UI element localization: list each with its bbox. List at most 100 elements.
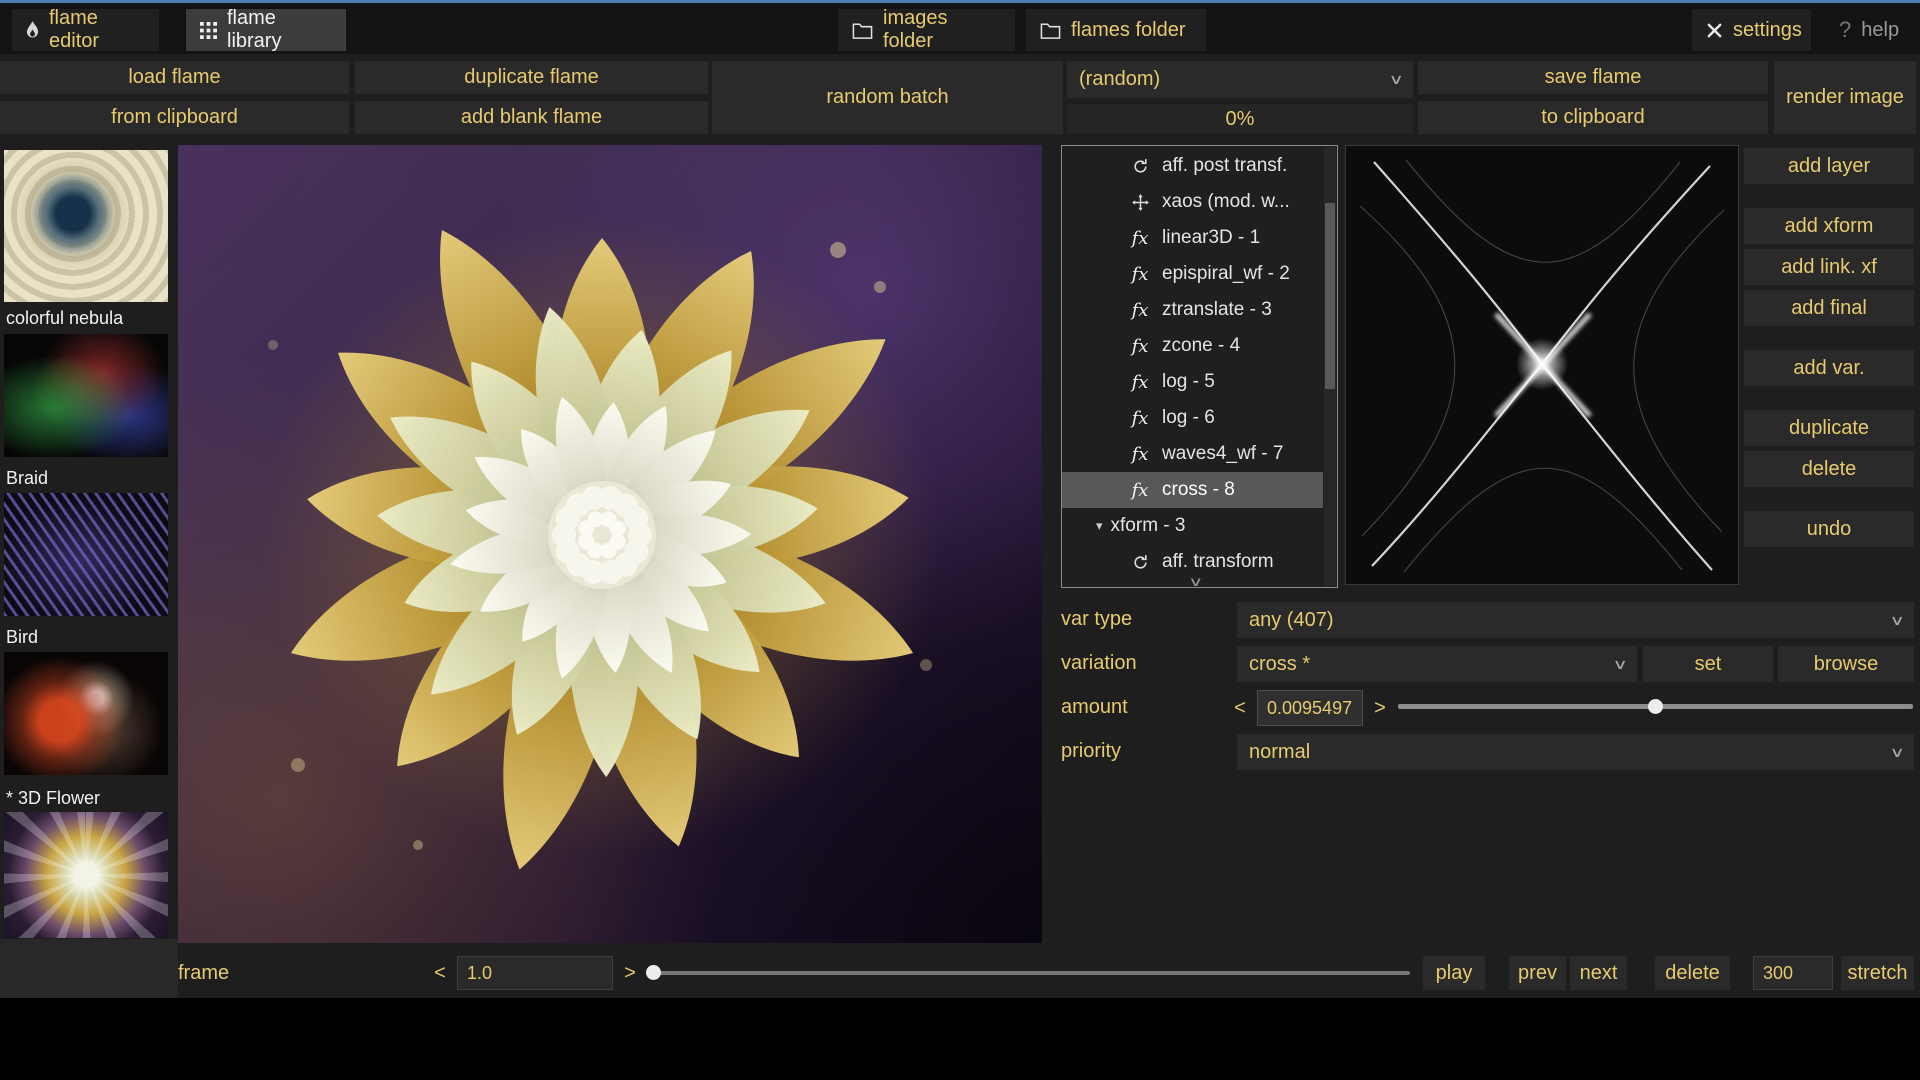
tree-item-linear3d[interactable]: fx linear3D - 1 xyxy=(1062,220,1323,256)
random-batch-progress: 0% xyxy=(1067,104,1413,134)
priority-select[interactable]: normal ∨ xyxy=(1237,734,1914,770)
end-frame-input[interactable]: 300 xyxy=(1753,956,1833,990)
fx-icon: fx xyxy=(1130,444,1150,465)
flame-library-window: flame editor flame library images folder… xyxy=(0,0,1920,1080)
settings-button[interactable]: settings xyxy=(1692,9,1811,51)
tree-item-ztranslate[interactable]: fx ztranslate - 3 xyxy=(1062,292,1323,328)
tree-item-log-6[interactable]: fx log - 6 xyxy=(1062,400,1323,436)
amount-value: 0.0095497 xyxy=(1267,698,1352,719)
tree-item-xform-3[interactable]: ▾ xform - 3 xyxy=(1062,508,1323,544)
library-thumbnail-bird[interactable] xyxy=(4,652,168,775)
stretch-button[interactable]: stretch xyxy=(1841,956,1914,990)
tree-scrollbar-thumb[interactable] xyxy=(1325,203,1335,389)
set-label: set xyxy=(1695,653,1722,676)
duplicate-xform-button[interactable]: duplicate xyxy=(1744,410,1914,446)
variation-preview-panel xyxy=(1345,145,1739,585)
frame-slider-thumb[interactable] xyxy=(646,965,661,980)
fx-icon: fx xyxy=(1130,372,1150,393)
frame-input[interactable]: 1.0 xyxy=(457,956,613,990)
duplicate-flame-label: duplicate flame xyxy=(464,66,599,89)
flower-fractal-render xyxy=(178,145,1042,943)
chevron-down-icon: ∨ xyxy=(1889,612,1904,629)
fx-icon: fx xyxy=(1130,480,1150,501)
add-layer-button[interactable]: add layer xyxy=(1744,148,1914,184)
tree-item-label: epispiral_wf - 2 xyxy=(1162,263,1290,285)
tree-item-zcone[interactable]: fx zcone - 4 xyxy=(1062,328,1323,364)
chevron-down-icon: ∨ xyxy=(1612,656,1627,673)
tree-item-epispiral-wf[interactable]: fx epispiral_wf - 2 xyxy=(1062,256,1323,292)
post-transform-icon xyxy=(1130,158,1150,175)
amount-increment-button[interactable]: > xyxy=(1368,690,1392,726)
frame-slider-track[interactable] xyxy=(648,971,1410,975)
add-linked-xform-button[interactable]: add link. xf xyxy=(1744,249,1914,285)
amount-input[interactable]: 0.0095497 xyxy=(1257,690,1363,726)
variation-select[interactable]: cross * ∨ xyxy=(1237,646,1637,682)
chevron-down-icon: ∨ xyxy=(1388,71,1403,88)
load-flame-button[interactable]: load flame xyxy=(0,61,349,94)
flame-editor-tab[interactable]: flame editor xyxy=(12,9,159,51)
frame-decrement-button[interactable]: < xyxy=(428,956,452,990)
fx-icon: fx xyxy=(1130,228,1150,249)
library-thumbnail-gnarl[interactable] xyxy=(4,150,168,302)
var-type-select[interactable]: any (407) ∨ xyxy=(1237,602,1914,638)
play-label: play xyxy=(1436,962,1473,985)
amount-slider-thumb[interactable] xyxy=(1648,699,1663,714)
add-xform-button[interactable]: add xform xyxy=(1744,208,1914,244)
prev-frame-button[interactable]: prev xyxy=(1509,956,1566,990)
next-label: next xyxy=(1580,962,1618,985)
duplicate-flame-button[interactable]: duplicate flame xyxy=(355,61,708,94)
flame-library-label: flame library xyxy=(227,7,332,53)
flame-library-tab[interactable]: flame library xyxy=(186,9,346,51)
save-flame-button[interactable]: save flame xyxy=(1418,61,1768,94)
tree-item-xaos[interactable]: xaos (mod. w... xyxy=(1062,184,1323,220)
grid-icon xyxy=(200,22,217,39)
undo-button[interactable]: undo xyxy=(1744,511,1914,547)
add-variation-button[interactable]: add var. xyxy=(1744,350,1914,386)
library-thumbnail-colorful-nebula[interactable] xyxy=(4,334,168,457)
library-thumbnail-3d-flower[interactable] xyxy=(4,812,168,938)
tree-scrollbar[interactable] xyxy=(1324,147,1336,586)
next-frame-button[interactable]: next xyxy=(1570,956,1627,990)
render-image-label: render image xyxy=(1786,86,1904,109)
add-final-button[interactable]: add final xyxy=(1744,290,1914,326)
browse-variations-button[interactable]: browse xyxy=(1778,646,1914,682)
delete-frame-button[interactable]: delete xyxy=(1655,956,1730,990)
add-blank-flame-button[interactable]: add blank flame xyxy=(355,101,708,134)
tree-item-waves4-wf[interactable]: fx waves4_wf - 7 xyxy=(1062,436,1323,472)
fx-icon: fx xyxy=(1130,408,1150,429)
help-label: help xyxy=(1861,19,1899,42)
tree-item-label: linear3D - 1 xyxy=(1162,227,1260,249)
tree-item-log-5[interactable]: fx log - 5 xyxy=(1062,364,1323,400)
flame-editor-label: flame editor xyxy=(49,7,145,53)
bottom-black-strip xyxy=(0,998,1920,1080)
amount-decrement-button[interactable]: < xyxy=(1228,690,1252,726)
random-style-select[interactable]: (random) ∨ xyxy=(1067,61,1413,98)
tree-item-label: log - 5 xyxy=(1162,371,1215,393)
xform-tree-list: aff. post transf. xaos (mod. w... fx lin… xyxy=(1062,148,1323,580)
play-button[interactable]: play xyxy=(1423,956,1485,990)
var-type-label: var type xyxy=(1061,608,1132,631)
random-batch-button[interactable]: random batch xyxy=(712,61,1063,134)
render-image-button[interactable]: render image xyxy=(1774,61,1916,134)
variation-value: cross * xyxy=(1249,653,1310,676)
tree-item-cross-selected[interactable]: fx cross - 8 xyxy=(1062,472,1323,508)
fx-icon: fx xyxy=(1130,336,1150,357)
frame-value: 1.0 xyxy=(467,963,492,984)
help-button[interactable]: ? help xyxy=(1825,9,1918,51)
images-folder-button[interactable]: images folder xyxy=(838,9,1015,51)
folder-icon xyxy=(1040,22,1061,39)
set-variation-button[interactable]: set xyxy=(1643,646,1773,682)
to-clipboard-button[interactable]: to clipboard xyxy=(1418,101,1768,134)
fx-icon: fx xyxy=(1130,264,1150,285)
chevron-down-icon: ∨ xyxy=(1889,744,1904,761)
tree-item-label: cross - 8 xyxy=(1162,479,1235,501)
flames-folder-button[interactable]: flames folder xyxy=(1026,9,1206,51)
variation-label: variation xyxy=(1061,652,1137,675)
tree-item-aff-post-transf[interactable]: aff. post transf. xyxy=(1062,148,1323,184)
tree-item-label: xaos (mod. w... xyxy=(1162,191,1290,213)
frame-increment-button[interactable]: > xyxy=(618,956,642,990)
library-thumbnail-braid[interactable] xyxy=(4,493,168,616)
delete-xform-button[interactable]: delete xyxy=(1744,451,1914,487)
from-clipboard-button[interactable]: from clipboard xyxy=(0,101,349,134)
add-xform-label: add xform xyxy=(1785,215,1874,238)
